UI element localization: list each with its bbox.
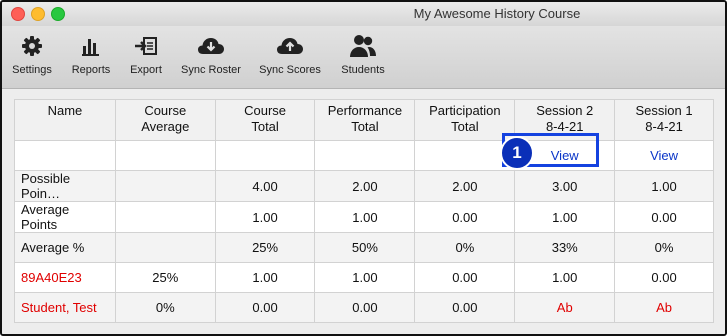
toolbar: Settings Reports Export Sync Roster Sync… bbox=[2, 26, 725, 89]
column-header-session-2[interactable]: Session 2 8-4-21 bbox=[514, 99, 616, 141]
table-cell: 1.00 bbox=[514, 262, 616, 293]
student-name-link[interactable]: Student, Test bbox=[14, 292, 116, 323]
table-cell: 2.00 bbox=[314, 170, 416, 202]
export-button[interactable]: Export bbox=[126, 34, 166, 76]
header-line: Total bbox=[351, 119, 379, 134]
table-cell: 0% bbox=[114, 292, 216, 323]
header-line: 8-4-21 bbox=[645, 119, 683, 134]
window-title: My Awesome History Course bbox=[413, 6, 581, 21]
settings-label: Settings bbox=[12, 64, 52, 76]
absent-mark: Ab bbox=[614, 292, 714, 323]
cloud-upload-icon bbox=[258, 34, 322, 58]
reports-label: Reports bbox=[71, 64, 111, 76]
sync-roster-button[interactable]: Sync Roster bbox=[180, 34, 242, 76]
table-cell: 0% bbox=[414, 232, 516, 263]
table-cell bbox=[214, 140, 316, 171]
settings-button[interactable]: Settings bbox=[8, 34, 56, 76]
column-header-course-total[interactable]: Course Total bbox=[214, 99, 316, 141]
table-cell: 4.00 bbox=[214, 170, 316, 202]
table-cell: 0.00 bbox=[414, 262, 516, 293]
table-cell: 1.00 bbox=[614, 170, 714, 202]
header-row: Name Course Average Course Total Performan… bbox=[14, 99, 714, 141]
column-header-performance-total[interactable]: Performance Total bbox=[314, 99, 416, 141]
table-cell: 1.00 bbox=[214, 201, 316, 233]
student-row[interactable]: 89A40E23 25% 1.00 1.00 0.00 1.00 0.00 bbox=[14, 262, 714, 293]
table-cell: 25% bbox=[114, 262, 216, 293]
row-name-cell: Average % bbox=[14, 232, 116, 263]
table-cell: 0% bbox=[614, 232, 714, 263]
table-cell: 0.00 bbox=[314, 292, 416, 323]
table-cell: 0.00 bbox=[414, 292, 516, 323]
sync-roster-label: Sync Roster bbox=[181, 64, 241, 76]
table-cell: 1.00 bbox=[314, 201, 416, 233]
export-label: Export bbox=[130, 64, 162, 76]
students-icon bbox=[336, 34, 390, 58]
header-line: Total bbox=[251, 119, 279, 134]
sync-scores-button[interactable]: Sync Scores bbox=[258, 34, 322, 76]
absent-mark: Ab bbox=[514, 292, 616, 323]
table-cell bbox=[114, 201, 216, 233]
cloud-download-icon bbox=[180, 34, 242, 58]
table-row: Average Points 1.00 1.00 0.00 1.00 0.00 bbox=[14, 201, 714, 233]
header-line: 8-4-21 bbox=[545, 119, 584, 134]
header-line: Course bbox=[144, 103, 187, 118]
bar-chart-icon bbox=[68, 34, 114, 58]
header-line: Performance bbox=[327, 103, 403, 118]
table-cell: 0.00 bbox=[614, 262, 714, 293]
callout-number-badge: 1 bbox=[500, 136, 534, 170]
header-line: Session 1 bbox=[635, 103, 693, 118]
table-cell: 1.00 bbox=[314, 262, 416, 293]
student-name-link[interactable]: 89A40E23 bbox=[14, 262, 116, 293]
export-icon bbox=[126, 34, 166, 58]
gradebook-area: Name Course Average Course Total Performan… bbox=[2, 89, 725, 334]
students-label: Students bbox=[341, 64, 385, 76]
view-session-1-link[interactable]: View bbox=[650, 148, 678, 163]
table-cell bbox=[114, 170, 216, 202]
gear-icon bbox=[8, 34, 56, 58]
table-cell: 25% bbox=[214, 232, 316, 263]
view-session-1-cell: View bbox=[614, 140, 714, 171]
reports-button[interactable]: Reports bbox=[68, 34, 114, 76]
row-name-cell: Average Points bbox=[14, 201, 116, 233]
column-header-name[interactable]: Name bbox=[14, 99, 116, 141]
header-line: Course bbox=[244, 103, 287, 118]
table-row: Possible Poin… 4.00 2.00 2.00 3.00 1.00 bbox=[14, 170, 714, 202]
gradebook-table: Name Course Average Course Total Performan… bbox=[14, 99, 714, 323]
header-line: Participation bbox=[429, 103, 501, 118]
column-header-participation-total[interactable]: Participation Total bbox=[414, 99, 516, 141]
table-cell bbox=[314, 140, 416, 171]
view-session-2-link[interactable]: View bbox=[551, 148, 579, 163]
header-line: Name bbox=[47, 103, 83, 118]
student-row[interactable]: Student, Test 0% 0.00 0.00 0.00 Ab Ab bbox=[14, 292, 714, 323]
app-window: My Awesome History Course Settings Repor… bbox=[0, 0, 727, 336]
sync-scores-label: Sync Scores bbox=[259, 64, 321, 76]
row-name-cell: Possible Poin… bbox=[14, 170, 116, 202]
table-cell: 0.00 bbox=[614, 201, 714, 233]
table-cell: 1.00 bbox=[214, 262, 316, 293]
title-bar: My Awesome History Course bbox=[2, 2, 725, 26]
table-cell: 1.00 bbox=[514, 201, 616, 233]
table-cell: 50% bbox=[314, 232, 416, 263]
table-cell: 0.00 bbox=[214, 292, 316, 323]
header-line: Total bbox=[451, 119, 479, 134]
table-cell: 33% bbox=[514, 232, 616, 263]
table-cell bbox=[114, 232, 216, 263]
column-header-course-average[interactable]: Course Average bbox=[114, 99, 216, 141]
table-row: Average % 25% 50% 0% 33% 0% bbox=[14, 232, 714, 263]
view-row: View View bbox=[14, 140, 714, 171]
table-cell bbox=[14, 140, 116, 171]
table-cell: 0.00 bbox=[414, 201, 516, 233]
header-line: Session 2 bbox=[536, 103, 594, 118]
column-header-session-1[interactable]: Session 1 8-4-21 bbox=[614, 99, 714, 141]
table-cell: 3.00 bbox=[514, 170, 616, 202]
table-cell bbox=[114, 140, 216, 171]
header-line: Average bbox=[141, 119, 190, 134]
students-button[interactable]: Students bbox=[336, 34, 390, 76]
table-cell: 2.00 bbox=[414, 170, 516, 202]
